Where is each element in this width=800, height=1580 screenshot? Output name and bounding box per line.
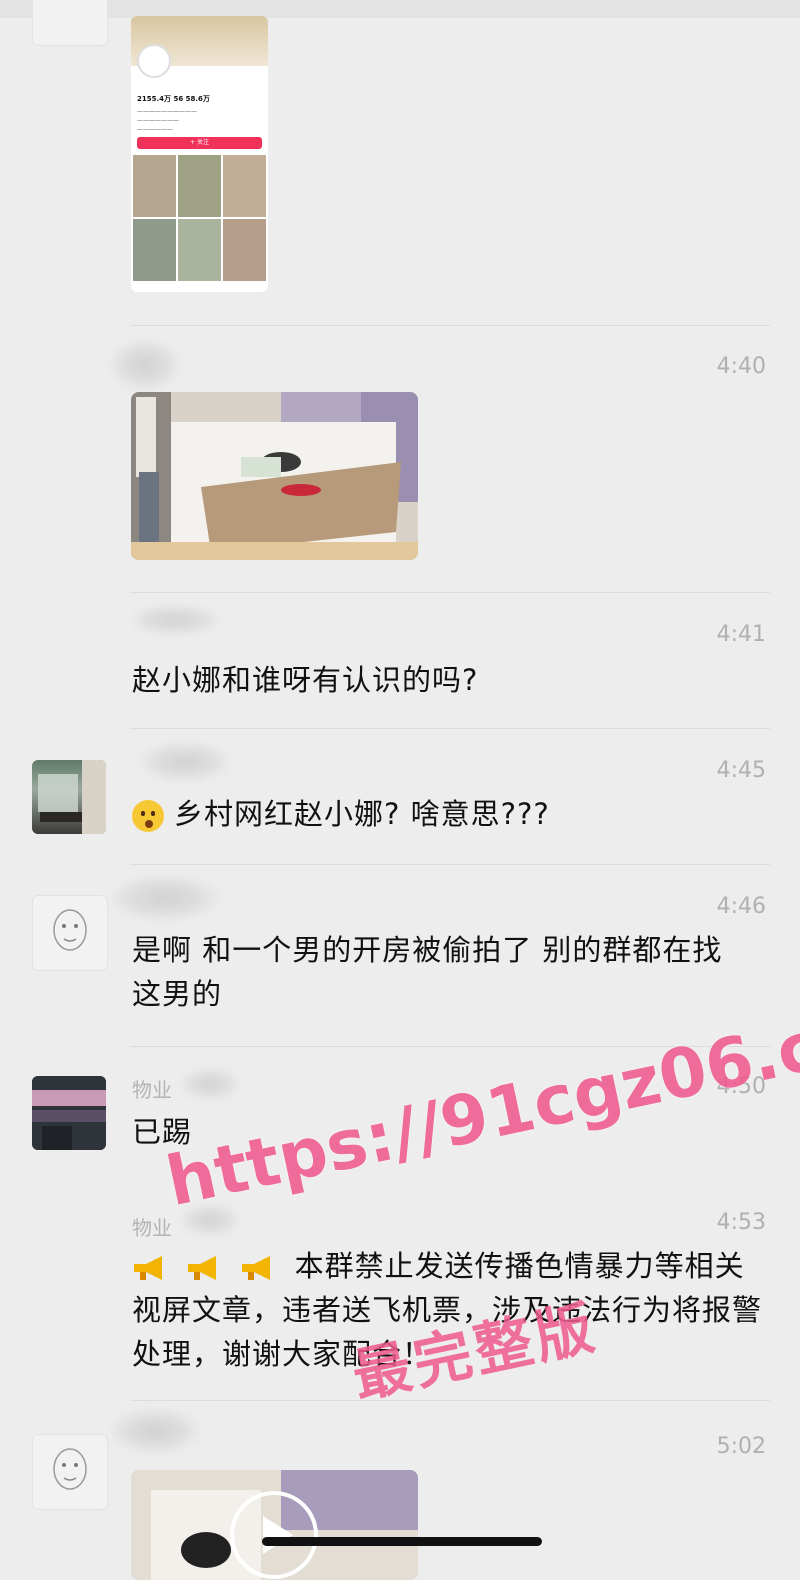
message-text: 是啊 和一个男的开房被偷拍了 别的群都在找这男的	[132, 933, 723, 1011]
message-divider	[130, 728, 770, 729]
profile-bio-line: ——————————	[137, 108, 197, 115]
status-bar	[0, 0, 800, 18]
video-thumbnail	[178, 219, 221, 281]
message-time: 4:53	[716, 1210, 766, 1235]
message-time: 4:41	[716, 622, 766, 647]
message-time: 4:45	[716, 758, 766, 783]
message-time: 4:40	[716, 354, 766, 379]
message-time: 4:46	[716, 894, 766, 919]
sender-name: 物业	[132, 1078, 172, 1102]
profile-bio-line: ——————	[137, 126, 173, 133]
message-video[interactable]	[131, 1470, 418, 1580]
video-thumbnail	[133, 219, 176, 281]
home-indicator	[262, 1537, 542, 1546]
building-avatar-image	[38, 760, 106, 834]
message-text-row: 乡村网红赵小娜? 啥意思???	[132, 792, 772, 836]
message-divider	[130, 325, 770, 326]
sketch-face-avatar-image	[53, 1448, 87, 1490]
message-image[interactable]	[131, 392, 418, 560]
message-divider	[130, 864, 770, 865]
dark-photo-avatar-image	[32, 1076, 106, 1150]
megaphone-icon	[242, 1256, 271, 1280]
megaphone-icon	[134, 1256, 162, 1280]
profile-bio-line: ———————	[137, 117, 179, 124]
video-thumbnail-image	[131, 1470, 418, 1580]
profile-stats: 2155.4万 56 58.6万	[137, 95, 210, 103]
avatar[interactable]	[32, 0, 108, 46]
blurred-sender-name	[110, 1408, 200, 1454]
worried-face-icon	[132, 800, 164, 832]
avatar[interactable]	[32, 895, 108, 971]
watermark-url: https://91cgz06.com	[160, 982, 800, 1223]
blurred-sender-name	[180, 1068, 240, 1100]
bedroom-photo	[131, 392, 418, 560]
avatar[interactable]	[32, 1434, 108, 1510]
video-thumbnail	[223, 219, 266, 281]
message-time: 5:02	[716, 1434, 766, 1459]
video-thumbnail	[133, 155, 176, 217]
shared-image[interactable]: 2155.4万 56 58.6万 —————————— ——————— ————…	[131, 16, 268, 292]
blurred-sender-name	[110, 875, 220, 921]
video-thumbnail	[178, 155, 221, 217]
message-divider	[130, 1400, 770, 1401]
blurred-sender-name	[130, 605, 220, 635]
avatar[interactable]	[32, 760, 106, 834]
message-text: 赵小娜和谁呀有认识的吗?	[132, 663, 479, 697]
sketch-face-avatar-image	[53, 909, 87, 951]
message-divider	[130, 592, 770, 593]
avatar[interactable]	[32, 1076, 106, 1150]
blurred-sender-name	[140, 742, 230, 782]
video-grid	[133, 155, 266, 281]
sender-name: 物业	[132, 1216, 172, 1240]
follow-button: + 关注	[137, 137, 262, 149]
video-thumbnail	[223, 155, 266, 217]
blurred-sender-name	[110, 340, 180, 390]
profile-avatar-icon	[137, 44, 171, 78]
megaphone-icon	[188, 1256, 217, 1280]
message-text: 乡村网红赵小娜? 啥意思???	[174, 797, 550, 831]
